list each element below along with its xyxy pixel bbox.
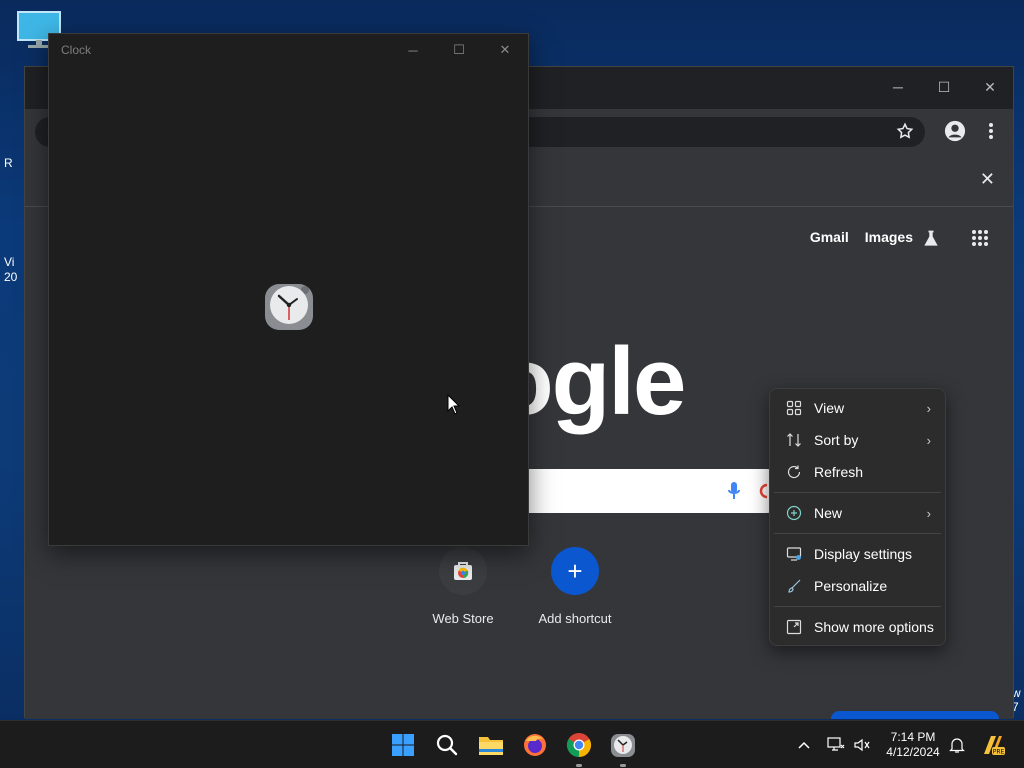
mouse-cursor-icon: [447, 393, 461, 421]
clock-icon[interactable]: [607, 729, 639, 767]
add-shortcut-icon: +: [551, 547, 599, 595]
volume-muted-icon[interactable]: [853, 721, 871, 768]
chrome-minimize-button[interactable]: ─: [875, 67, 921, 107]
copilot-pre-icon[interactable]: PRE: [980, 721, 1006, 768]
labs-flask-icon[interactable]: [921, 229, 941, 254]
chrome-close-button[interactable]: ✕: [967, 67, 1013, 107]
clock-close-button[interactable]: ✕: [482, 34, 528, 66]
chrome-menu-icon[interactable]: [979, 119, 1003, 143]
clock-maximize-button[interactable]: ☐: [436, 34, 482, 66]
profile-icon[interactable]: [943, 119, 967, 143]
apps-grid-icon[interactable]: [971, 229, 989, 252]
menu-item-label: Refresh: [814, 464, 864, 480]
tray-overflow-chevron-up-icon[interactable]: [797, 721, 811, 768]
clock-splash-icon: [263, 280, 315, 337]
brush-icon: [774, 578, 814, 594]
menu-item-label: New: [814, 505, 843, 521]
infobar-close-button[interactable]: ✕: [980, 169, 995, 190]
chevron-right-icon: ›: [926, 432, 931, 448]
menu-item-new[interactable]: New ›: [774, 498, 941, 528]
tray-time: 7:14 PM: [890, 730, 936, 744]
menu-item-view[interactable]: View ›: [774, 393, 941, 423]
running-indicator: [576, 764, 582, 767]
customize-button-partial[interactable]: [831, 711, 999, 719]
menu-item-label: Display settings: [814, 546, 913, 562]
expand-icon: [774, 619, 814, 635]
clock-window-controls: ─ ☐ ✕: [390, 34, 528, 66]
chevron-right-icon: ›: [926, 505, 931, 521]
desktop-partial-label: R: [4, 156, 13, 170]
desktop-partial-label: 20: [4, 270, 18, 284]
sort-icon: [774, 432, 814, 448]
plus-circle-icon: [774, 505, 814, 521]
desktop-context-menu: View › Sort by › Refresh New › Display s…: [769, 388, 946, 646]
menu-item-sort-by[interactable]: Sort by ›: [774, 425, 941, 455]
grid-icon: [774, 400, 814, 416]
search-icon[interactable]: [431, 729, 463, 761]
display-icon: [774, 546, 814, 562]
refresh-icon: [774, 464, 814, 480]
chevron-right-icon: ›: [926, 400, 931, 416]
chrome-icon[interactable]: [563, 729, 595, 767]
menu-item-refresh[interactable]: Refresh: [774, 457, 941, 487]
menu-item-show-more-options[interactable]: Show more options: [774, 612, 941, 642]
taskbar: 7:14 PM 4/12/2024 PRE: [0, 720, 1024, 768]
images-link[interactable]: Images: [865, 229, 913, 245]
top-links: Gmail Images: [810, 229, 913, 245]
bookmark-star-icon[interactable]: [893, 119, 917, 143]
chrome-maximize-button[interactable]: ☐: [921, 67, 967, 107]
menu-separator: [774, 533, 941, 534]
menu-separator: [774, 606, 941, 607]
lens-search-icon[interactable]: [759, 481, 769, 506]
menu-item-display-settings[interactable]: Display settings: [774, 539, 941, 569]
network-icon[interactable]: [827, 721, 845, 768]
running-indicator: [620, 764, 626, 767]
menu-separator: [774, 492, 941, 493]
web-store-icon: [439, 547, 487, 595]
voice-search-icon[interactable]: [727, 481, 741, 506]
svg-text:PRE: PRE: [993, 749, 1005, 756]
clock-window: Clock ─ ☐ ✕: [48, 33, 529, 546]
shortcut-web-store[interactable]: Web Store: [415, 547, 511, 626]
shortcut-add[interactable]: + Add shortcut: [527, 547, 623, 626]
shortcut-label: Add shortcut: [538, 611, 612, 626]
clock-window-title: Clock: [61, 43, 92, 57]
notification-bell-icon[interactable]: [948, 721, 966, 768]
clock-minimize-button[interactable]: ─: [390, 34, 436, 66]
gmail-link[interactable]: Gmail: [810, 229, 849, 245]
menu-item-label: View: [814, 400, 845, 416]
windows-start-icon[interactable]: [387, 729, 419, 761]
menu-item-label: Show more options: [814, 619, 934, 635]
menu-item-label: Sort by: [814, 432, 859, 448]
tray-date: 4/12/2024: [886, 745, 940, 759]
desktop-partial-label: Vi: [4, 255, 15, 269]
menu-item-label: Personalize: [814, 578, 888, 594]
menu-item-personalize[interactable]: Personalize: [774, 571, 941, 601]
file-explorer-icon[interactable]: [475, 729, 507, 761]
firefox-icon[interactable]: [519, 729, 551, 761]
tray-clock[interactable]: 7:14 PM 4/12/2024: [882, 730, 944, 760]
shortcut-label: Web Store: [432, 611, 494, 626]
chrome-window-controls: ─ ☐ ✕: [875, 67, 1013, 107]
